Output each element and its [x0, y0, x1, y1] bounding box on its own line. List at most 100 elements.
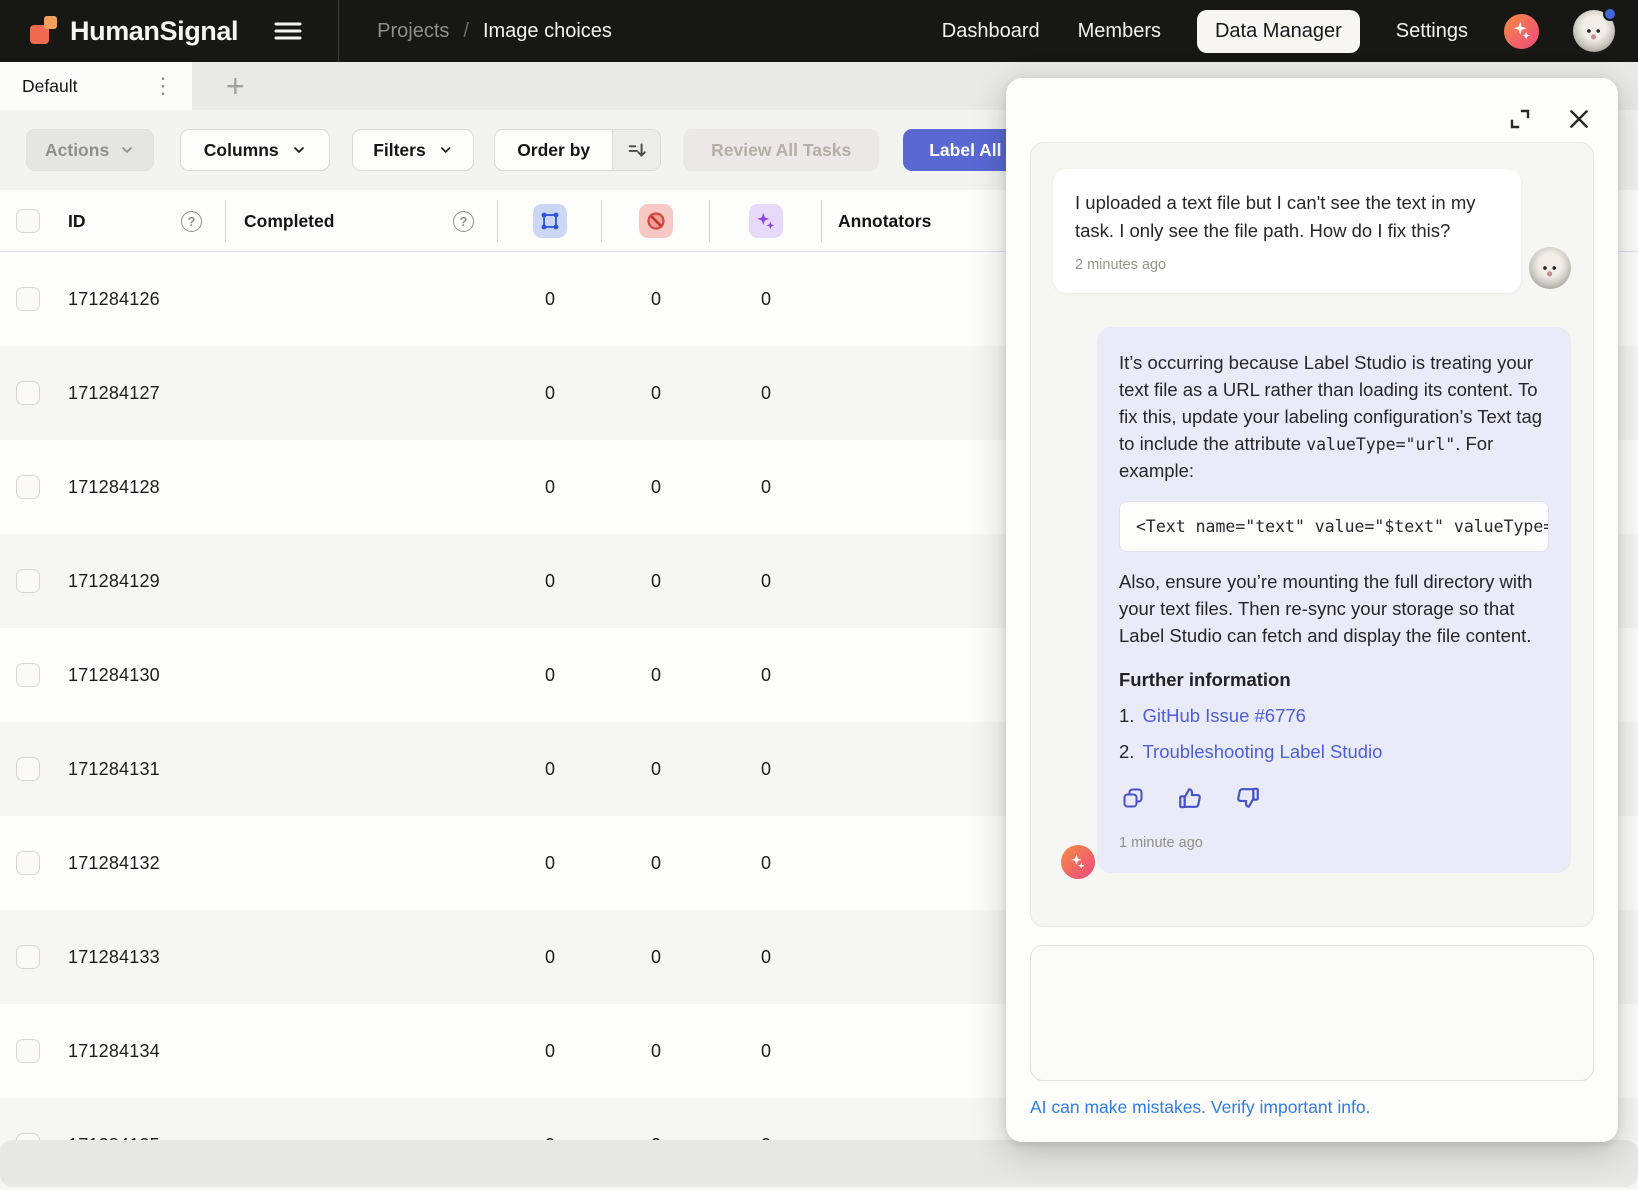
completed-help-icon[interactable]: ?	[453, 211, 474, 232]
troubleshooting-link[interactable]: Troubleshooting Label Studio	[1142, 741, 1382, 763]
task-id-cell: 171284133	[56, 947, 226, 968]
user-message-text: I uploaded a text file but I can't see t…	[1075, 189, 1499, 245]
predictions-count: 0	[710, 759, 822, 780]
copy-icon[interactable]	[1119, 783, 1147, 813]
order-by-button[interactable]: Order by	[494, 129, 661, 171]
annotations-count: 0	[498, 477, 602, 498]
app-header: HumanSignal Projects / Image choices Das…	[0, 0, 1638, 62]
further-information-heading: Further information	[1119, 669, 1549, 691]
ai-disclaimer-link[interactable]: AI can make mistakes. Verify important i…	[1030, 1097, 1370, 1117]
task-id-cell: 171284128	[56, 477, 226, 498]
review-all-tasks-button[interactable]: Review All Tasks	[683, 129, 879, 171]
predictions-count: 0	[710, 947, 822, 968]
cancelled-annotations-count: 0	[602, 383, 710, 404]
cancelled-annotations-icon	[639, 204, 673, 238]
row-checkbox[interactable]	[16, 851, 40, 875]
nav-dashboard[interactable]: Dashboard	[940, 10, 1042, 53]
user-avatar[interactable]	[1573, 10, 1615, 52]
task-id-cell: 171284129	[56, 571, 226, 592]
annotations-count: 0	[498, 759, 602, 780]
chevron-down-icon	[291, 142, 307, 158]
user-message-timestamp: 2 minutes ago	[1075, 257, 1499, 273]
column-header-annotations[interactable]	[498, 190, 602, 252]
nav-members[interactable]: Members	[1076, 10, 1163, 53]
annotations-icon	[533, 204, 567, 238]
ai-disclaimer: AI can make mistakes. Verify important i…	[1030, 1097, 1594, 1118]
task-id-cell: 171284134	[56, 1041, 226, 1062]
user-message-bubble: I uploaded a text file but I can't see t…	[1053, 169, 1521, 293]
header-divider	[338, 0, 339, 62]
close-icon[interactable]	[1564, 104, 1594, 134]
row-checkbox[interactable]	[16, 757, 40, 781]
column-header-cancelled-annotations[interactable]	[602, 190, 710, 252]
row-checkbox[interactable]	[16, 569, 40, 593]
thumbs-down-icon[interactable]	[1233, 783, 1263, 813]
column-header-predictions[interactable]	[710, 190, 822, 252]
user-message: I uploaded a text file but I can't see t…	[1053, 169, 1571, 293]
chat-messages-container: I uploaded a text file but I can't see t…	[1030, 142, 1594, 927]
tab-label: Default	[22, 76, 77, 97]
cancelled-annotations-count: 0	[602, 477, 710, 498]
humansignal-logo-icon	[30, 16, 60, 46]
predictions-count: 0	[710, 571, 822, 592]
nav-data-manager[interactable]: Data Manager	[1197, 10, 1360, 53]
columns-button[interactable]: Columns	[180, 129, 330, 171]
horizontal-scrollbar-track[interactable]	[0, 1140, 1638, 1184]
breadcrumb-projects[interactable]: Projects	[377, 20, 449, 43]
cancelled-annotations-count: 0	[602, 289, 710, 310]
annotations-count: 0	[498, 571, 602, 592]
annotations-count: 0	[498, 383, 602, 404]
predictions-count: 0	[710, 853, 822, 874]
nav-settings[interactable]: Settings	[1394, 10, 1470, 53]
ai-message-paragraph-2: Also, ensure you’re mounting the full di…	[1119, 568, 1549, 650]
task-id-cell: 171284127	[56, 383, 226, 404]
task-id-cell: 171284132	[56, 853, 226, 874]
actions-button[interactable]: Actions	[26, 129, 154, 171]
ai-message-actions	[1119, 783, 1549, 813]
column-header-id[interactable]: ID ?	[56, 190, 226, 252]
chevron-down-icon	[438, 142, 453, 158]
user-avatar	[1529, 247, 1571, 289]
sort-direction-icon[interactable]	[612, 130, 660, 170]
predictions-icon	[749, 204, 783, 238]
annotations-count: 0	[498, 1041, 602, 1062]
row-checkbox[interactable]	[16, 663, 40, 687]
cancelled-annotations-count: 0	[602, 1041, 710, 1062]
thumbs-up-icon[interactable]	[1175, 783, 1205, 813]
tab-default[interactable]: Default ⋮	[0, 62, 192, 110]
tab-kebab-menu-icon[interactable]: ⋮	[144, 71, 182, 101]
row-checkbox[interactable]	[16, 945, 40, 969]
expand-panel-icon[interactable]	[1506, 105, 1534, 133]
hamburger-menu-icon[interactable]	[274, 21, 302, 41]
select-all-checkbox[interactable]	[16, 209, 40, 233]
annotations-count: 0	[498, 665, 602, 686]
task-id-cell: 171284126	[56, 289, 226, 310]
cancelled-annotations-count: 0	[602, 665, 710, 686]
predictions-count: 0	[710, 289, 822, 310]
predictions-count: 0	[710, 1041, 822, 1062]
ai-assistant-button[interactable]	[1504, 14, 1539, 49]
cancelled-annotations-count: 0	[602, 947, 710, 968]
logo-text: HumanSignal	[70, 16, 238, 47]
predictions-count: 0	[710, 665, 822, 686]
task-id-cell: 171284130	[56, 665, 226, 686]
ai-message-timestamp: 1 minute ago	[1119, 835, 1549, 851]
ai-message-paragraph-1: It’s occurring because Label Studio is t…	[1119, 349, 1549, 485]
inline-code: valueType="url"	[1306, 435, 1455, 454]
github-issue-link[interactable]: GitHub Issue #6776	[1142, 705, 1306, 727]
filters-button[interactable]: Filters	[352, 129, 474, 171]
row-checkbox[interactable]	[16, 1039, 40, 1063]
chat-input[interactable]	[1030, 945, 1594, 1081]
id-help-icon[interactable]: ?	[181, 211, 202, 232]
row-checkbox[interactable]	[16, 381, 40, 405]
cancelled-annotations-count: 0	[602, 853, 710, 874]
breadcrumb-separator: /	[463, 20, 469, 43]
row-checkbox[interactable]	[16, 475, 40, 499]
code-block[interactable]: <Text name="text" value="$text" valueTyp…	[1119, 501, 1549, 552]
add-tab-button[interactable]: +	[218, 62, 253, 110]
row-checkbox[interactable]	[16, 287, 40, 311]
reference-link-item: 1. GitHub Issue #6776	[1119, 705, 1549, 727]
breadcrumb: Projects / Image choices	[377, 20, 612, 43]
sparkles-icon	[1069, 853, 1087, 871]
column-header-completed[interactable]: Completed ?	[226, 190, 498, 252]
